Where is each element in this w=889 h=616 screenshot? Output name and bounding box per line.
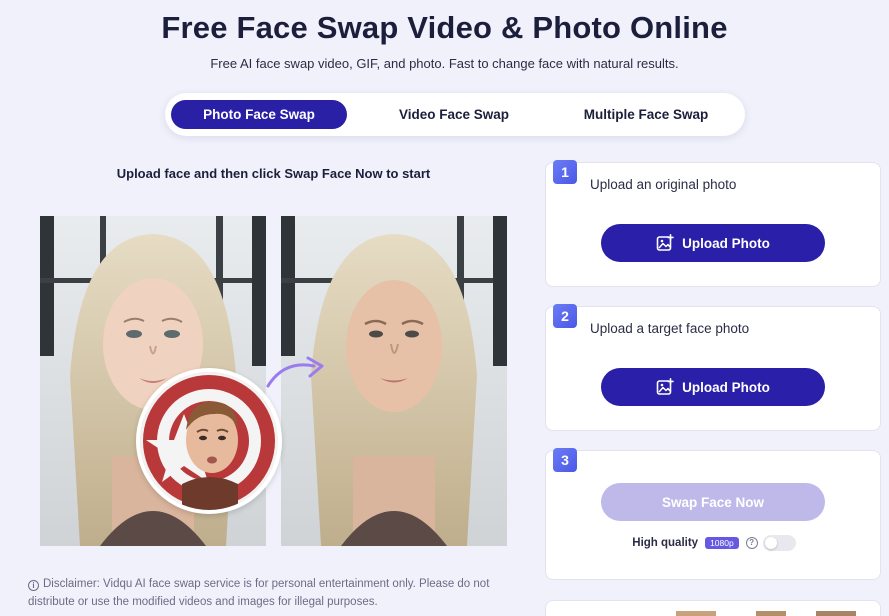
upload-original-photo-button[interactable]: Upload Photo (601, 224, 825, 262)
step-1-label: Upload an original photo (590, 177, 737, 192)
image-upload-icon (656, 234, 674, 251)
step-2-badge: 2 (553, 304, 577, 328)
step-1-badge: 1 (553, 160, 577, 184)
quality-row: High quality 1080p ? (546, 535, 882, 551)
tab-photo-face-swap[interactable]: Photo Face Swap (171, 100, 347, 129)
tab-multiple-face-swap[interactable]: Multiple Face Swap (561, 100, 731, 129)
swap-face-now-button[interactable]: Swap Face Now (601, 483, 825, 521)
step-2-label: Upload a target face photo (590, 321, 750, 336)
info-icon: i (28, 580, 39, 591)
upload-button-label: Upload Photo (682, 379, 770, 395)
quality-label: High quality (632, 537, 699, 549)
page-title: Free Face Swap Video & Photo Online (161, 10, 728, 45)
upload-button-label: Upload Photo (682, 235, 770, 251)
thumbnail-strip (676, 611, 876, 616)
swap-arrow-icon (266, 356, 324, 388)
step-2-card: 2 Upload a target face photo Upload Phot… (545, 304, 881, 431)
high-quality-toggle[interactable] (762, 535, 796, 551)
help-icon[interactable]: ? (745, 537, 758, 549)
next-card (545, 600, 881, 616)
image-upload-icon (656, 378, 674, 395)
step-3-badge: 3 (553, 448, 577, 472)
step-1-card: 1 Upload an original photo Upload Photo (545, 160, 881, 287)
quality-badge: 1080p (705, 537, 739, 549)
page-subtitle: Free AI face swap video, GIF, and photo.… (210, 56, 679, 71)
tab-video-face-swap[interactable]: Video Face Swap (347, 100, 561, 129)
target-face-avatar (136, 368, 282, 514)
disclaimer: i Disclaimer: Vidqu AI face swap service … (28, 575, 528, 611)
upload-hint: Upload face and then click Swap Face Now… (116, 166, 431, 181)
step-3-card: 3 Swap Face Now High quality 1080p ? (545, 448, 882, 580)
mode-tabs: Photo Face Swap Video Face Swap Multiple… (165, 93, 745, 136)
disclaimer-text: Disclaimer: Vidqu AI face swap service i… (28, 578, 490, 608)
upload-target-face-button[interactable]: Upload Photo (601, 368, 825, 406)
